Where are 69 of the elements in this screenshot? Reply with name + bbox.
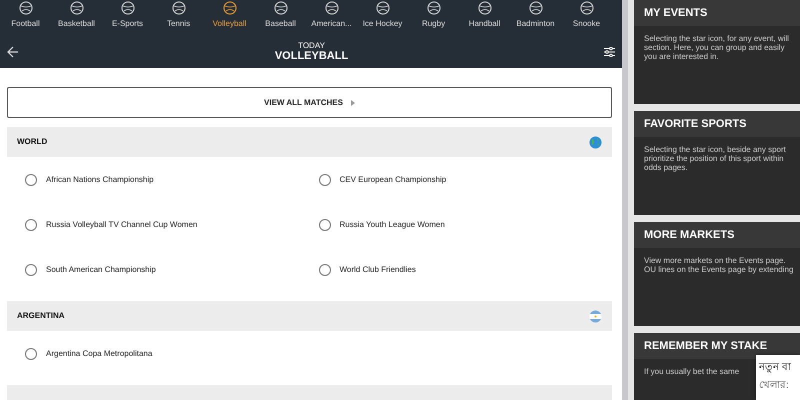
ball-icon <box>70 1 84 15</box>
ball-icon <box>18 1 32 15</box>
back-arrow-icon[interactable] <box>7 46 19 58</box>
sport-tab[interactable]: Ice Hockey <box>357 0 408 36</box>
caret-icon <box>350 100 355 106</box>
league-item[interactable]: Russia Youth League Women <box>318 202 612 247</box>
view-all-matches-button[interactable]: VIEW ALL MATCHES <box>7 87 612 118</box>
filter-settings-icon[interactable] <box>604 47 615 57</box>
league-name: CEV European Championship <box>340 174 446 186</box>
card-text: View more markets on the Events page. <box>644 256 786 265</box>
radio-button[interactable] <box>318 174 330 186</box>
sport-tab[interactable]: Badminton <box>510 0 561 36</box>
sport-tab[interactable]: Snooke <box>561 0 612 36</box>
league-item[interactable]: South American Championship <box>25 247 318 292</box>
card-title: MORE MARKETS <box>634 222 800 248</box>
card-text: If you usually bet the same <box>644 367 740 376</box>
sport-tab[interactable]: Football <box>0 0 51 36</box>
ball-icon <box>324 1 338 15</box>
globe-icon <box>589 136 602 148</box>
card-text: prioritize the position of this sport within <box>644 154 784 163</box>
sport-tab[interactable]: E-Sports <box>102 0 153 36</box>
radio-button[interactable] <box>318 264 330 276</box>
sport-tab[interactable]: American... <box>306 0 357 36</box>
card-title: REMEMBER MY STAKE <box>634 333 800 359</box>
radio-button[interactable] <box>25 174 37 186</box>
ball-icon <box>120 1 134 15</box>
league-item[interactable]: Russia Volleyball TV Channel Cup Women <box>25 202 318 247</box>
league-item[interactable]: CEV European Championship <box>318 157 612 202</box>
league-item[interactable]: Argentina Copa Metropolitana <box>25 331 318 376</box>
sport-tab[interactable]: Tennis <box>153 0 204 36</box>
header-subtitle: TODAY <box>297 42 326 50</box>
league-item[interactable]: African Nations Championship <box>25 157 318 202</box>
card-title: FAVORITE SPORTS <box>634 111 800 137</box>
ball-icon <box>426 1 440 15</box>
radio-button[interactable] <box>25 348 37 360</box>
ball-icon <box>528 1 542 15</box>
radio-button[interactable] <box>25 218 37 230</box>
card-text: section. Here, you can group and easily <box>644 43 785 52</box>
notification-popup[interactable]: নতুন বা খেলার: <box>756 355 800 400</box>
card-title: MY EVENTS <box>634 0 800 26</box>
sport-tab[interactable]: Rugby <box>408 0 459 36</box>
league-name: Russia Youth League Women <box>340 218 445 230</box>
league-name: Russia Volleyball TV Channel Cup Women <box>46 218 198 230</box>
ball-icon <box>478 1 492 15</box>
country-name: WORLD <box>17 136 48 148</box>
league-name: South American Championship <box>46 264 156 276</box>
ball-icon <box>580 1 594 15</box>
header-title: VOLLEYBALL <box>274 50 348 62</box>
league-name: African Nations Championship <box>46 174 154 186</box>
sport-tab[interactable]: Volleyball <box>204 0 255 36</box>
league-name: Argentina Copa Metropolitana <box>46 348 152 360</box>
ball-icon <box>376 1 390 15</box>
card-text: Selecting the star icon, for any event, will <box>644 34 789 43</box>
ball-icon <box>172 1 186 15</box>
flag-icon <box>589 310 602 322</box>
league-name: World Club Friendlies <box>340 264 416 276</box>
sport-tab[interactable]: Handball <box>459 0 510 36</box>
ball-icon <box>222 1 236 15</box>
radio-button[interactable] <box>318 218 330 230</box>
ball-icon <box>274 1 288 15</box>
sport-tab[interactable]: Baseball <box>255 0 306 36</box>
card-text: odds pages. <box>644 163 688 172</box>
country-name: ARGENTINA <box>17 310 65 322</box>
league-item[interactable]: World Club Friendlies <box>318 247 612 292</box>
radio-button[interactable] <box>25 264 37 276</box>
card-text: OU lines on the Events page by extending <box>644 265 794 274</box>
card-text: Selecting the star icon, beside any sport <box>644 145 786 154</box>
card-text: you are interested in. <box>644 52 719 61</box>
sport-tab[interactable]: Basketball <box>51 0 102 36</box>
